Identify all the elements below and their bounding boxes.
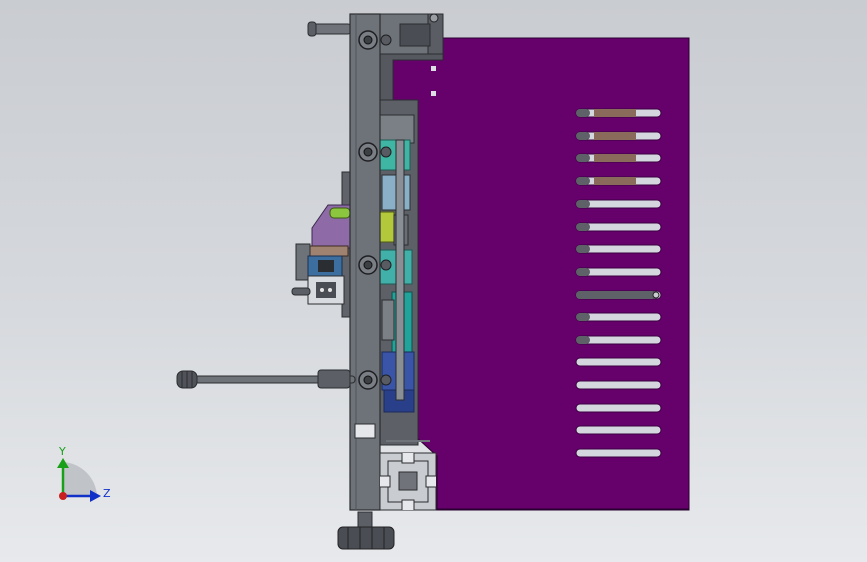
coordinate-triad: Y Z xyxy=(57,445,111,502)
z-axis-label: Z xyxy=(103,487,111,500)
plate-slot xyxy=(575,131,662,141)
plate-slot xyxy=(575,403,662,413)
top-rod[interactable] xyxy=(307,21,353,37)
plate-slot xyxy=(575,357,662,367)
plate-slot xyxy=(575,199,662,209)
plate-slot xyxy=(575,108,662,118)
plate-slot xyxy=(575,312,662,322)
aluminum-extrusion[interactable] xyxy=(379,440,437,511)
bottom-long-rod[interactable] xyxy=(176,369,356,389)
plate-slot xyxy=(575,425,662,435)
plate-slot xyxy=(575,153,662,163)
bottom-knob[interactable] xyxy=(337,511,395,550)
plate-slot xyxy=(575,267,662,277)
triad-origin-icon xyxy=(59,492,67,500)
assembly-drawing[interactable]: Y Z xyxy=(0,0,867,562)
plate-slot xyxy=(575,290,662,300)
plate-slot xyxy=(575,448,662,458)
y-axis-label: Y xyxy=(58,445,66,458)
plate-slot xyxy=(575,222,662,232)
left-side-block[interactable] xyxy=(291,171,353,318)
plate-slot xyxy=(575,244,662,254)
plate-slot xyxy=(575,380,662,390)
plate-slot xyxy=(575,176,662,186)
plate-slot xyxy=(575,335,662,345)
cad-viewport[interactable]: Y Z xyxy=(0,0,867,562)
